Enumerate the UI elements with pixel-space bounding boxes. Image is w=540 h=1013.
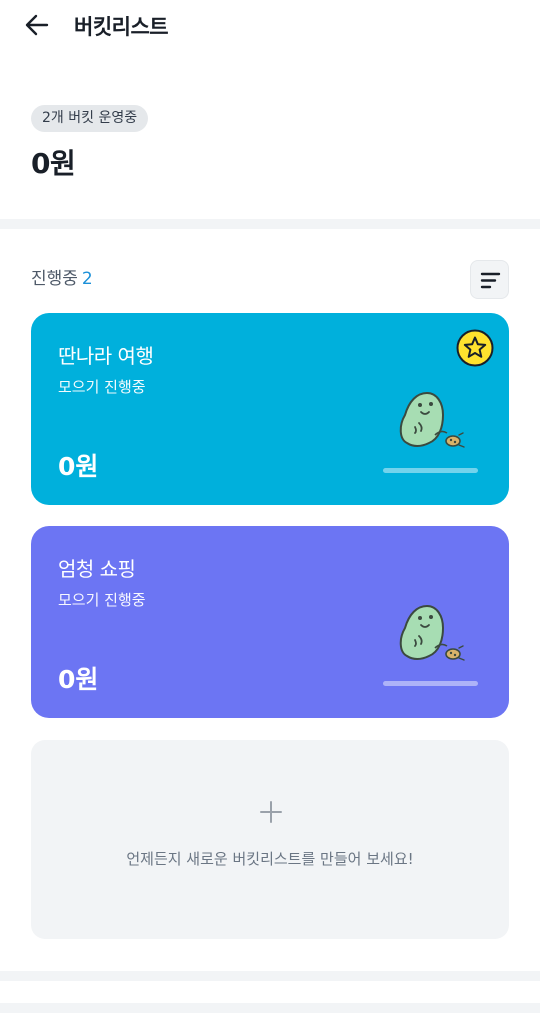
back-button[interactable] [22, 10, 52, 40]
section-count: 2 [81, 269, 93, 289]
add-bucket-card[interactable]: 언제든지 새로운 버킷리스트를 만들어 보세요! [31, 740, 509, 939]
bottom-divider [0, 1003, 540, 1013]
bottom-divider [0, 971, 540, 981]
bucket-status: 모으기 진행중 [58, 591, 146, 609]
bucket-status: 모으기 진행중 [58, 378, 146, 396]
bucket-title: 엄청 쇼핑 [58, 557, 136, 581]
bucket-amount: 0원 [58, 452, 99, 481]
bucket-card[interactable]: 엄청 쇼핑 모으기 진행중 0원 [31, 526, 509, 718]
page-title: 버킷리스트 [74, 15, 169, 39]
sort-button[interactable] [470, 260, 509, 299]
arrow-left-icon [25, 14, 49, 36]
total-amount: 0원 [31, 147, 76, 180]
plus-icon [260, 801, 282, 823]
bucket-amount: 0원 [58, 665, 99, 694]
section-header: 진행중 2 [31, 264, 93, 289]
add-bucket-text: 언제든지 새로운 버킷리스트를 만들어 보세요! [126, 850, 414, 868]
top-bar: 버킷리스트 [0, 0, 540, 52]
bucketlist-screen: 버킷리스트 2개 버킷 운영중 0원 진행중 2 딴나라 여행 모으기 진행중 0… [0, 0, 540, 1013]
section-label: 진행중 [31, 269, 78, 289]
dinosaur-character-icon [399, 391, 465, 448]
dinosaur-character-icon [399, 604, 465, 661]
progress-bar [383, 468, 478, 473]
progress-bar [383, 681, 478, 686]
bucket-title: 딴나라 여행 [58, 344, 154, 368]
bucket-card[interactable]: 딴나라 여행 모으기 진행중 0원 [31, 313, 509, 505]
bucket-count-badge: 2개 버킷 운영중 [31, 105, 149, 132]
section-divider [0, 219, 540, 229]
star-icon[interactable] [456, 329, 494, 367]
sort-lines-icon [480, 272, 501, 289]
